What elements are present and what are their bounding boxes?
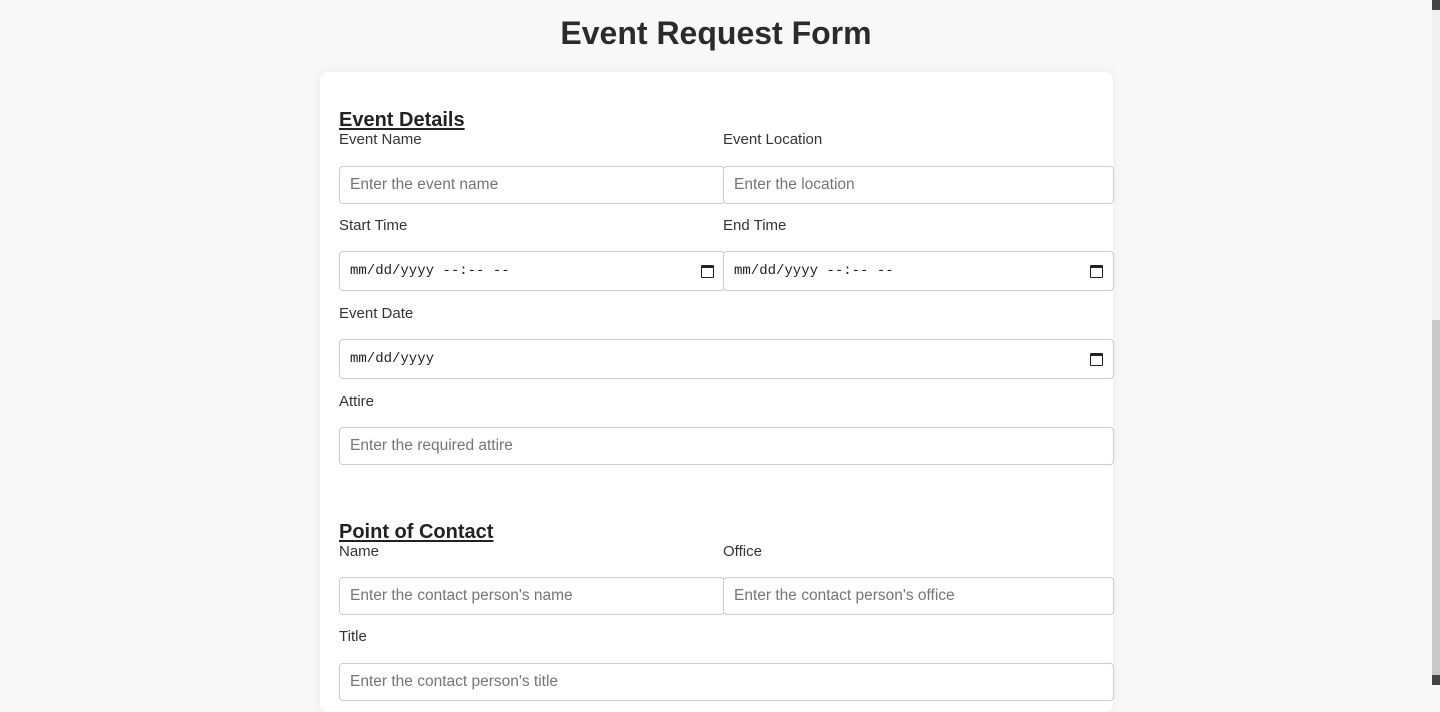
attire-input[interactable]: Enter the required attire xyxy=(339,427,1114,465)
contact-office-label: Office xyxy=(723,543,762,560)
event-date-value: mm/dd/yyyy xyxy=(350,351,435,367)
contact-title-label: Title xyxy=(339,628,367,645)
event-location-label: Event Location xyxy=(723,131,823,148)
page-title: Event Request Form xyxy=(560,15,872,51)
event-name-label: Event Name xyxy=(339,131,422,148)
event-date-label: Event Date xyxy=(339,305,414,322)
event-location-input[interactable]: Enter the location xyxy=(723,166,1114,204)
scrollbar-thumb[interactable] xyxy=(1432,320,1440,685)
end-time-label: End Time xyxy=(723,217,787,234)
start-time-input[interactable]: mm/dd/yyyy --:-- -- xyxy=(339,251,725,291)
contact-name-placeholder: Enter the contact person's name xyxy=(350,587,573,604)
event-name-input[interactable]: Enter the event name xyxy=(339,166,725,204)
section-title-point-of-contact: Point of Contact xyxy=(339,521,494,543)
contact-office-placeholder: Enter the contact person's office xyxy=(734,587,955,604)
contact-name-input[interactable]: Enter the contact person's name xyxy=(339,577,725,615)
scroll-up-arrow-icon[interactable] xyxy=(1432,0,1440,10)
contact-title-placeholder: Enter the contact person's title xyxy=(350,673,559,690)
event-date-input[interactable]: mm/dd/yyyy xyxy=(339,339,1114,379)
event-name-placeholder: Enter the event name xyxy=(350,176,499,193)
calendar-icon[interactable] xyxy=(1090,352,1103,366)
end-time-value: mm/dd/yyyy --:-- -- xyxy=(734,263,894,279)
contact-name-label: Name xyxy=(339,543,380,560)
scroll-down-arrow-icon[interactable] xyxy=(1432,675,1440,685)
attire-placeholder: Enter the required attire xyxy=(350,437,513,454)
start-time-label: Start Time xyxy=(339,217,408,234)
calendar-icon[interactable] xyxy=(1090,264,1103,278)
attire-label: Attire xyxy=(339,393,375,410)
event-location-placeholder: Enter the location xyxy=(734,176,855,193)
section-title-event-details: Event Details xyxy=(339,109,465,131)
contact-title-input[interactable]: Enter the contact person's title xyxy=(339,663,1114,701)
start-time-value: mm/dd/yyyy --:-- -- xyxy=(350,263,510,279)
calendar-icon[interactable] xyxy=(701,264,714,278)
contact-office-input[interactable]: Enter the contact person's office xyxy=(723,577,1114,615)
end-time-input[interactable]: mm/dd/yyyy --:-- -- xyxy=(723,251,1114,291)
